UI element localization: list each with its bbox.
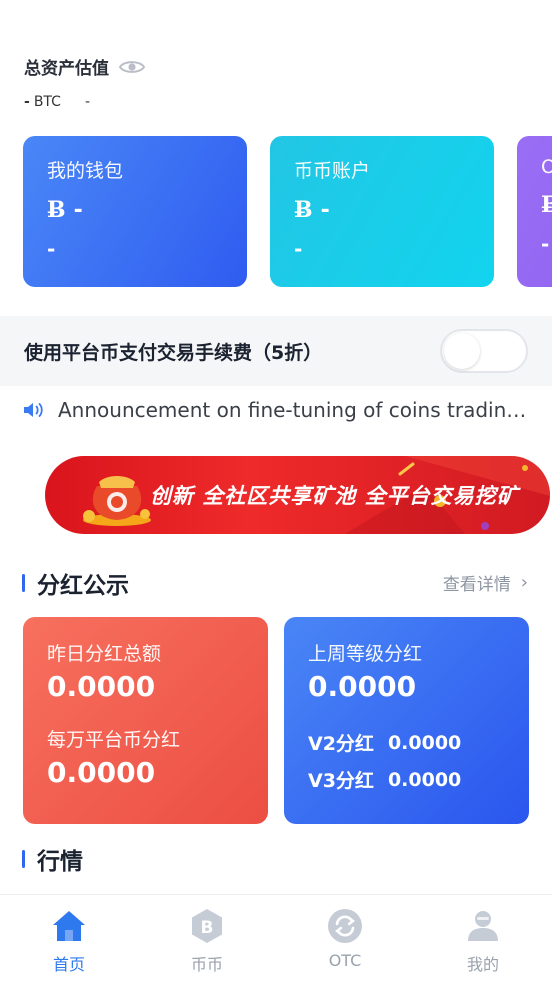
total-assets-header: 总资产估值	[24, 54, 145, 79]
wallet-card-sub: -	[541, 232, 550, 256]
total-assets-title: 总资产估值	[24, 59, 109, 79]
dividend-card-weekly: 上周等级分红 0.0000 V2分红 0.0000 V3分红 0.0000	[284, 617, 529, 824]
weekly-level-dividend-value: 0.0000	[308, 670, 417, 703]
wallet-card-otc-account[interactable]: O Ƀ -	[517, 136, 552, 287]
btc-symbol-icon: Ƀ	[294, 197, 313, 223]
platform-coin-fee-label: 使用平台币支付交易手续费（5折）	[24, 341, 323, 364]
view-details-label: 查看详情	[442, 575, 511, 595]
v2-dividend-label: V2分红	[308, 733, 374, 755]
nav-label-home: 首页	[52, 955, 85, 974]
promo-banner[interactable]: 创新 全社区共享矿池 全平台交易挖矿	[45, 456, 550, 534]
money-bag-icon	[83, 476, 151, 526]
wallet-card-name: O	[541, 156, 552, 178]
v2-dividend-row: V2分红 0.0000	[308, 729, 505, 756]
yesterday-dividend-value: 0.0000	[47, 670, 156, 703]
dividend-card-yesterday: 昨日分红总额 0.0000 每万平台币分红 0.0000	[23, 617, 268, 824]
nav-item-home[interactable]: 首页	[0, 895, 138, 981]
wallet-cards: 我的钱包 Ƀ- - 币币账户 Ƀ- - O Ƀ -	[23, 136, 552, 288]
v3-dividend-label: V3分红	[308, 770, 374, 792]
btc-symbol-icon: Ƀ	[541, 192, 552, 218]
total-assets-value: - BTC -	[24, 94, 90, 110]
bitcoin-icon: B	[192, 909, 222, 943]
home-icon	[53, 911, 85, 941]
view-details-link[interactable]: 查看详情 ›	[443, 570, 528, 595]
nav-item-spot[interactable]: B 币币	[138, 895, 276, 981]
wallet-card-amount: -	[73, 197, 83, 223]
speaker-icon	[24, 403, 43, 417]
btc-amount: -	[24, 94, 30, 110]
wallet-card-spot-account[interactable]: 币币账户 Ƀ- -	[270, 136, 494, 287]
wallet-card-sub: -	[294, 237, 303, 261]
wallet-card-sub: -	[47, 237, 56, 261]
nav-item-otc[interactable]: OTC	[276, 895, 414, 981]
exchange-icon	[328, 909, 362, 943]
chevron-right-icon: ›	[520, 572, 528, 593]
announcement-text: Announcement on fine-tuning of coins tra…	[58, 398, 528, 422]
dividend-section-header: 分红公示	[22, 566, 129, 600]
platform-coin-fee-toggle[interactable]	[440, 329, 528, 373]
wallet-card-name: 我的钱包	[47, 160, 124, 182]
fiat-value: -	[84, 94, 90, 110]
bottom-nav: 首页 B 币币 OTC 我的	[0, 894, 552, 981]
v3-dividend-row: V3分红 0.0000	[308, 766, 505, 793]
weekly-level-dividend-label: 上周等级分红	[308, 643, 423, 665]
nav-label-otc: OTC	[328, 951, 362, 970]
v2-dividend-value: 0.0000	[387, 731, 462, 754]
section-marker	[22, 574, 25, 592]
nav-item-mine[interactable]: 我的	[414, 895, 552, 981]
wallet-card-amount: -	[320, 197, 330, 223]
nav-label-mine: 我的	[466, 955, 499, 974]
btc-unit: BTC	[33, 94, 61, 110]
per-10k-dividend-value: 0.0000	[47, 756, 156, 789]
per-10k-dividend-label: 每万平台币分红	[47, 729, 181, 751]
announcement-bar[interactable]: Announcement on fine-tuning of coins tra…	[22, 398, 542, 422]
user-icon	[468, 911, 498, 941]
wallet-card-name: 币币账户	[294, 160, 371, 182]
toggle-knob	[444, 333, 480, 369]
v3-dividend-value: 0.0000	[387, 768, 462, 791]
banner-text: 创新 全社区共享矿池 全平台交易挖矿	[150, 484, 519, 508]
nav-label-spot: 币币	[190, 955, 223, 974]
section-marker	[22, 850, 25, 868]
svg-text:B: B	[201, 918, 214, 938]
yesterday-dividend-label: 昨日分红总额	[47, 643, 162, 665]
dividend-section-title: 分红公示	[37, 573, 129, 599]
platform-coin-fee-row: 使用平台币支付交易手续费（5折）	[0, 316, 552, 386]
eye-icon[interactable]	[119, 59, 145, 75]
market-section-title: 行情	[37, 849, 83, 875]
market-section-header: 行情	[22, 842, 83, 876]
btc-symbol-icon: Ƀ	[47, 197, 66, 223]
wallet-card-my-wallet[interactable]: 我的钱包 Ƀ- -	[23, 136, 247, 287]
